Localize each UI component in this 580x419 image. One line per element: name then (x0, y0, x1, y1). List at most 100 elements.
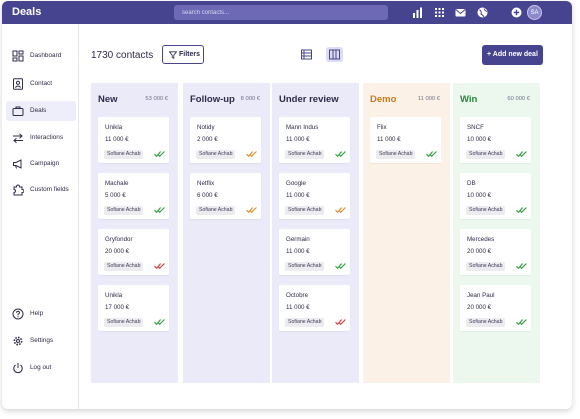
deal-card[interactable]: Machale 5 000 € Sofiane Achab (98, 173, 169, 219)
board-view-button[interactable] (326, 47, 343, 62)
deal-amount: 17 000 € (105, 304, 130, 311)
deal-amount: 6 000 € (197, 192, 218, 199)
list-view-icon (301, 49, 312, 60)
app-frame: Deals SA Dashboard Cont (0, 0, 580, 419)
deal-card[interactable]: Unikla 11 000 € Sofiane Achab (98, 117, 169, 163)
deal-amount: 11 000 € (286, 248, 310, 255)
sidebar-item-label: Deals (30, 107, 47, 114)
deal-card[interactable]: Google 11 000 € Sofiane Achab (279, 173, 350, 219)
sidebar-item-dashboard[interactable]: Dashboard (6, 46, 76, 66)
owner-badge: Sofiane Achab (466, 206, 506, 215)
column-total: 8 000 € (240, 96, 260, 102)
deal-name: Mercedes (467, 236, 495, 243)
deal-name: Unikla (105, 124, 123, 131)
search-input[interactable] (174, 5, 388, 20)
deal-name: Notidy (197, 124, 215, 131)
deal-amount: 11 000 € (286, 192, 310, 199)
sidebar-item-label: Help (30, 310, 44, 317)
sidebar-item-label: Custom fields (30, 186, 69, 193)
board-column: Win 60 000 € SNCF 10 000 € Sofiane Achab DB 10… (453, 83, 540, 383)
filter-icon (169, 51, 177, 59)
deal-card[interactable]: SNCF 10 000 € Sofiane Achab (460, 117, 531, 163)
owner-badge: Sofiane Achab (466, 318, 506, 327)
deal-amount: 20 000 € (467, 304, 492, 311)
deal-card[interactable]: Netflix 6 000 € Sofiane Achab (190, 173, 261, 219)
sidebar: Dashboard Contact Deals Interactions Cam… (2, 24, 79, 409)
board-column: Follow-up 8 000 € Notidy 2 000 € Sofiane Ach… (183, 83, 270, 383)
sidebar-item-custom-fields[interactable]: Custom fields (6, 180, 76, 200)
sidebar-item-log-out[interactable]: Log out (6, 358, 76, 378)
sidebar-item-settings[interactable]: Settings (6, 331, 76, 351)
double-check-icon (154, 207, 165, 214)
owner-badge: Sofiane Achab (104, 150, 144, 159)
column-title: New (98, 94, 118, 105)
deal-card[interactable]: Flix 11 000 € Sofiane Achab (370, 117, 441, 163)
globe-icon[interactable] (476, 6, 489, 19)
double-check-icon (335, 263, 346, 270)
deal-name: Jean Paul (467, 292, 495, 299)
contact-icon (13, 78, 23, 90)
deal-card[interactable]: Jean Paul 20 000 € Sofiane Achab (460, 285, 531, 331)
settings-icon (13, 336, 23, 346)
deal-card[interactable]: Octobre 11 000 € Sofiane Achab (279, 285, 350, 331)
owner-badge: Sofiane Achab (285, 262, 325, 271)
deal-card[interactable]: Mercedes 20 000 € Sofiane Achab (460, 229, 531, 275)
owner-badge: Sofiane Achab (104, 318, 144, 327)
deal-card[interactable]: Germain 11 000 € Sofiane Achab (279, 229, 350, 275)
column-title: Under review (279, 94, 339, 105)
add-new-deal-button[interactable]: + Add new deal (482, 45, 543, 65)
filters-button[interactable]: Filters (162, 45, 204, 64)
list-view-button[interactable] (298, 47, 315, 62)
apps-grid-icon[interactable] (433, 6, 446, 19)
sidebar-item-help[interactable]: Help (6, 304, 76, 324)
power-icon (13, 363, 23, 374)
sidebar-item-deals[interactable]: Deals (6, 101, 76, 121)
double-check-icon (246, 151, 257, 158)
deal-name: Germain (286, 236, 310, 243)
owner-badge: Sofiane Achab (196, 206, 236, 215)
owner-badge: Sofiane Achab (466, 150, 506, 159)
help-icon (12, 308, 24, 320)
deal-amount: 10 000 € (467, 136, 492, 143)
owner-badge: Sofiane Achab (285, 150, 325, 159)
board-column: New 53 000 € Unikla 11 000 € Sofiane Achab Ma… (91, 83, 178, 383)
avatar[interactable]: SA (527, 5, 542, 20)
deal-amount: 20 000 € (467, 248, 492, 255)
deal-amount: 20 000 € (105, 248, 130, 255)
column-total: 53 000 € (145, 96, 168, 102)
sidebar-item-campaign[interactable]: Campaign (6, 154, 76, 174)
sidebar-item-contact[interactable]: Contact (6, 74, 76, 94)
puzzle-icon (13, 184, 24, 196)
deal-name: Mann Indus (286, 124, 319, 131)
deal-card[interactable]: Gryfondor 20 000 € Sofiane Achab (98, 229, 169, 275)
deal-card[interactable]: Unikla 17 000 € Sofiane Achab (98, 285, 169, 331)
bar-chart-icon[interactable] (411, 6, 424, 19)
deal-amount: 2 000 € (197, 136, 218, 143)
column-title: Follow-up (190, 94, 235, 105)
sidebar-item-label: Settings (30, 337, 54, 344)
mail-icon[interactable] (454, 6, 467, 19)
double-check-icon (246, 207, 257, 214)
deal-card[interactable]: Notidy 2 000 € Sofiane Achab (190, 117, 261, 163)
owner-badge: Sofiane Achab (104, 206, 144, 215)
deal-card[interactable]: Mann Indus 11 000 € Sofiane Achab (279, 117, 350, 163)
deal-amount: 5 000 € (105, 192, 126, 199)
deal-name: Octobre (286, 292, 309, 299)
top-bar: Deals SA (2, 1, 572, 24)
deal-amount: 11 000 € (286, 136, 310, 143)
owner-badge: Sofiane Achab (285, 206, 325, 215)
double-check-icon (516, 319, 527, 326)
plus-circle-icon[interactable] (510, 6, 523, 19)
owner-badge: Sofiane Achab (196, 150, 236, 159)
owner-badge: Sofiane Achab (104, 262, 144, 271)
sidebar-item-interactions[interactable]: Interactions (6, 128, 76, 148)
column-total: 60 000 € (507, 96, 530, 102)
owner-badge: Sofiane Achab (376, 150, 416, 159)
sidebar-item-label: Campaign (30, 160, 60, 167)
deal-name: Gryfondor (105, 236, 133, 243)
double-check-icon (516, 263, 527, 270)
deal-card[interactable]: DB 10 000 € Sofiane Achab (460, 173, 531, 219)
sidebar-item-label: Contact (30, 80, 53, 87)
board-view-icon (329, 49, 340, 60)
main-content: 1730 contacts Filters + Add new deal New… (80, 24, 572, 409)
